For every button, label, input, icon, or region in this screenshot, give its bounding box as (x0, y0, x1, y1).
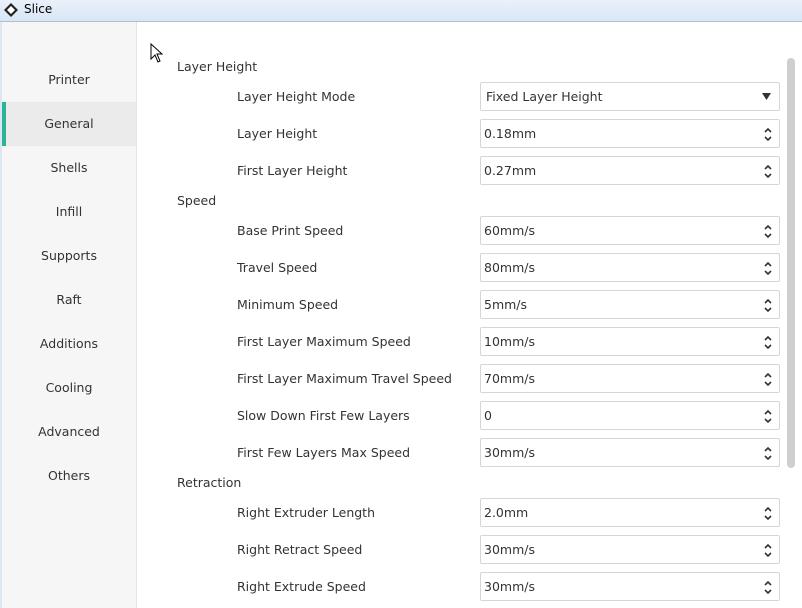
sidebar-item-shells[interactable]: Shells (2, 146, 136, 190)
label-first-few-layers-max-speed: First Few Layers Max Speed (237, 445, 411, 460)
spinbox-value: 70mm/s (484, 371, 535, 386)
spin-arrows-icon[interactable] (764, 506, 772, 521)
sidebar-item-infill[interactable]: Infill (2, 190, 136, 234)
label-right-extruder-length: Right Extruder Length (237, 505, 376, 520)
spinbox-value: 30mm/s (484, 579, 535, 594)
slice-diamond-icon (4, 3, 18, 17)
spinbox-value: 0.27mm (484, 163, 537, 178)
slow-down-first-few-layers-spinbox[interactable]: 0 (480, 401, 780, 430)
spinbox-value: 5mm/s (484, 297, 528, 312)
settings-sidebar: Printer General Shells Infill Supports R… (2, 22, 137, 608)
layer-height-mode-dropdown[interactable]: Fixed Layer Height (480, 82, 780, 111)
label-travel-speed: Travel Speed (237, 260, 318, 275)
dropdown-arrow-icon (762, 93, 771, 100)
spinbox-value: 2.0mm (484, 505, 529, 520)
spin-arrows-icon[interactable] (764, 164, 772, 179)
title-bar: Slice (0, 0, 802, 22)
sidebar-item-raft[interactable]: Raft (2, 278, 136, 322)
spinbox-value: 10mm/s (484, 334, 535, 349)
first-few-layers-max-speed-spinbox[interactable]: 30mm/s (480, 438, 780, 467)
label-right-extrude-speed: Right Extrude Speed (237, 579, 366, 594)
right-extrude-speed-spinbox[interactable]: 30mm/s (480, 572, 780, 601)
spin-arrows-icon[interactable] (764, 224, 772, 239)
sidebar-item-cooling[interactable]: Cooling (2, 366, 136, 410)
label-layer-height-mode: Layer Height Mode (237, 89, 356, 104)
sidebar-item-others[interactable]: Others (2, 454, 136, 498)
mouse-cursor-icon (150, 43, 164, 63)
spinbox-value: 80mm/s (484, 260, 535, 275)
spinbox-value: 30mm/s (484, 542, 535, 557)
section-title-retraction: Retraction (177, 475, 242, 490)
section-title-speed: Speed (177, 193, 217, 208)
dropdown-value: Fixed Layer Height (486, 89, 603, 104)
label-first-layer-maximum-speed: First Layer Maximum Speed (237, 334, 411, 349)
spin-arrows-icon[interactable] (764, 261, 772, 276)
sidebar-item-printer[interactable]: Printer (2, 58, 136, 102)
base-print-speed-spinbox[interactable]: 60mm/s (480, 216, 780, 245)
window-title: Slice (24, 2, 53, 16)
sidebar-item-supports[interactable]: Supports (2, 234, 136, 278)
spin-arrows-icon[interactable] (764, 335, 772, 350)
spinbox-value: 30mm/s (484, 445, 535, 460)
first-layer-height-spinbox[interactable]: 0.27mm (480, 156, 780, 185)
spin-arrows-icon[interactable] (764, 543, 772, 558)
right-retract-speed-spinbox[interactable]: 30mm/s (480, 535, 780, 564)
label-right-retract-speed: Right Retract Speed (237, 542, 363, 557)
minimum-speed-spinbox[interactable]: 5mm/s (480, 290, 780, 319)
spinbox-value: 60mm/s (484, 223, 535, 238)
sidebar-item-additions[interactable]: Additions (2, 322, 136, 366)
spinbox-value: 0.18mm (484, 126, 537, 141)
spin-arrows-icon[interactable] (764, 372, 772, 387)
layer-height-spinbox[interactable]: 0.18mm (480, 119, 780, 148)
label-minimum-speed: Minimum Speed (237, 297, 339, 312)
travel-speed-spinbox[interactable]: 80mm/s (480, 253, 780, 282)
label-first-layer-maximum-travel-speed: First Layer Maximum Travel Speed (237, 371, 452, 386)
right-extruder-length-spinbox[interactable]: 2.0mm (480, 498, 780, 527)
spinbox-value: 0 (484, 408, 492, 423)
section-title-layer-height: Layer Height (177, 59, 258, 74)
first-layer-maximum-speed-spinbox[interactable]: 10mm/s (480, 327, 780, 356)
spin-arrows-icon[interactable] (764, 446, 772, 461)
spin-arrows-icon[interactable] (764, 580, 772, 595)
sidebar-item-advanced[interactable]: Advanced (2, 410, 136, 454)
label-layer-height: Layer Height (237, 126, 318, 141)
spin-arrows-icon[interactable] (764, 298, 772, 313)
first-layer-maximum-travel-speed-spinbox[interactable]: 70mm/s (480, 364, 780, 393)
label-first-layer-height: First Layer Height (237, 163, 348, 178)
label-slow-down-first-few-layers: Slow Down First Few Layers (237, 408, 410, 423)
sidebar-item-general[interactable]: General (2, 102, 136, 146)
label-base-print-speed: Base Print Speed (237, 223, 344, 238)
spin-arrows-icon[interactable] (764, 127, 772, 142)
vertical-scrollbar[interactable] (787, 58, 795, 468)
spin-arrows-icon[interactable] (764, 409, 772, 424)
